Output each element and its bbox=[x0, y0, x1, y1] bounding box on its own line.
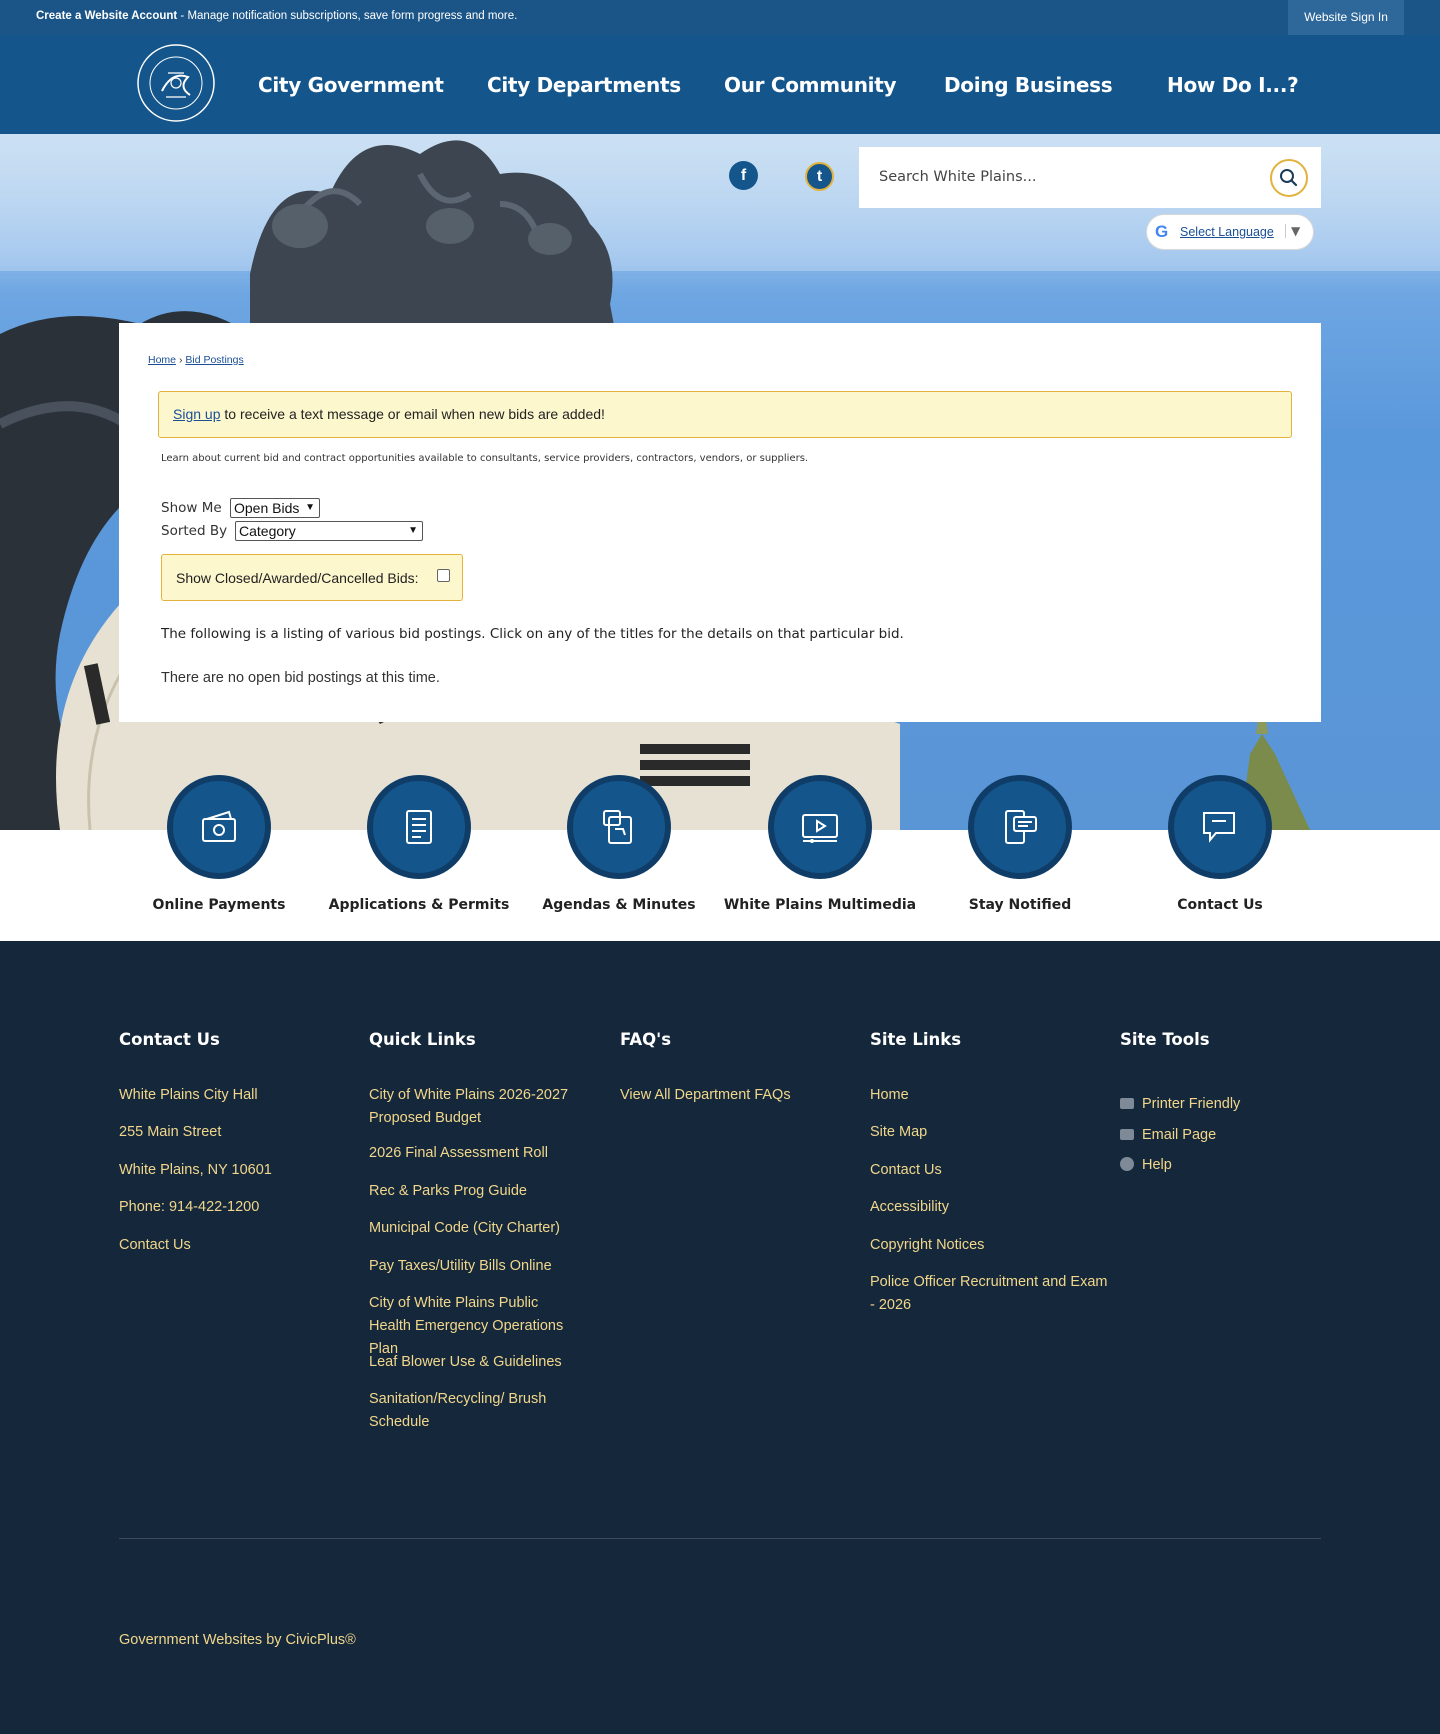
footer-site-tools-heading: Site Tools bbox=[1120, 1030, 1210, 1049]
signup-alert-text: to receive a text message or email when … bbox=[220, 406, 605, 422]
email-page-label: Email Page bbox=[1142, 1127, 1217, 1143]
create-account-banner: Create a Website Account - Manage notifi… bbox=[36, 10, 517, 22]
footer-contact-phone[interactable]: Phone: 914-422-1200 bbox=[119, 1196, 259, 1219]
show-me-select[interactable]: Open Bids ▼ bbox=[230, 498, 320, 518]
search-icon bbox=[1280, 169, 1298, 187]
printer-icon bbox=[1120, 1098, 1134, 1109]
email-icon bbox=[1120, 1129, 1134, 1140]
website-sign-in-button[interactable]: Website Sign In bbox=[1288, 0, 1404, 35]
no-bids-message: There are no open bid postings at this t… bbox=[161, 670, 440, 686]
google-icon: G bbox=[1155, 222, 1169, 241]
breadcrumb: Home › Bid Postings bbox=[148, 354, 244, 366]
footer-quick-link[interactable]: Sanitation/Recycling/ Brush Schedule bbox=[369, 1388, 584, 1434]
footer-faqs-heading: FAQ's bbox=[620, 1030, 672, 1049]
quick-link-label[interactable]: Online Payments bbox=[119, 897, 319, 913]
create-account-link[interactable]: Create a Website Account bbox=[36, 10, 177, 22]
footer-quick-link[interactable]: 2026 Final Assessment Roll bbox=[369, 1142, 584, 1165]
quick-link-label[interactable]: Stay Notified bbox=[920, 897, 1120, 913]
show-me-value: Open Bids bbox=[234, 500, 300, 516]
quick-link-label[interactable]: White Plains Multimedia bbox=[720, 897, 920, 913]
quick-link-label[interactable]: Agendas & Minutes bbox=[519, 897, 719, 913]
quick-link-label[interactable]: Contact Us bbox=[1120, 897, 1320, 913]
footer-quick-link[interactable]: Municipal Code (City Charter) bbox=[369, 1217, 584, 1240]
footer-quick-link[interactable]: Rec & Parks Prog Guide bbox=[369, 1180, 584, 1203]
applications-permits-button[interactable] bbox=[367, 775, 471, 879]
search-input[interactable] bbox=[879, 163, 1249, 191]
footer-contact-line: 255 Main Street bbox=[119, 1124, 222, 1140]
search-button[interactable] bbox=[1270, 159, 1308, 197]
footer-site-link[interactable]: Home bbox=[870, 1084, 909, 1107]
footer-divider bbox=[119, 1538, 1321, 1539]
nav-how-do-i[interactable]: How Do I...? bbox=[1167, 73, 1299, 97]
nav-city-departments[interactable]: City Departments bbox=[487, 73, 681, 97]
main-header: City Government City Departments Our Com… bbox=[0, 35, 1440, 134]
civicplus-credit-link[interactable]: Government Websites by CivicPlus® bbox=[119, 1632, 356, 1648]
footer-quick-links-heading: Quick Links bbox=[369, 1030, 476, 1049]
nav-our-community[interactable]: Our Community bbox=[724, 73, 897, 97]
chevron-down-icon: ▼ bbox=[408, 525, 418, 536]
nav-city-government[interactable]: City Government bbox=[258, 73, 444, 97]
footer-contact-line: White Plains City Hall bbox=[119, 1087, 258, 1103]
show-closed-bids-label: Show Closed/Awarded/Cancelled Bids: bbox=[176, 570, 419, 586]
sign-up-link[interactable]: Sign up bbox=[173, 406, 220, 422]
wallet-icon bbox=[202, 810, 236, 842]
printer-friendly-link[interactable]: Printer Friendly bbox=[1120, 1096, 1240, 1112]
nav-doing-business[interactable]: Doing Business bbox=[944, 73, 1113, 97]
footer-site-links-heading: Site Links bbox=[870, 1030, 962, 1049]
twitter-icon[interactable]: t bbox=[805, 162, 834, 191]
show-closed-bids-checkbox[interactable] bbox=[437, 569, 450, 582]
online-payments-button[interactable] bbox=[167, 775, 271, 879]
email-page-link[interactable]: Email Page bbox=[1120, 1127, 1216, 1143]
language-selector[interactable]: G Select Language ▼ bbox=[1146, 214, 1314, 250]
footer-site-link[interactable]: Police Officer Recruitment and Exam - 20… bbox=[870, 1271, 1110, 1317]
site-search bbox=[859, 147, 1321, 208]
stay-notified-button[interactable] bbox=[968, 775, 1072, 879]
footer-quick-link[interactable]: Pay Taxes/Utility Bills Online bbox=[369, 1255, 584, 1278]
select-language-link[interactable]: Select Language bbox=[1180, 225, 1274, 239]
contact-us-button[interactable] bbox=[1168, 775, 1272, 879]
printer-friendly-label: Printer Friendly bbox=[1142, 1096, 1241, 1112]
help-label: Help bbox=[1142, 1157, 1172, 1173]
footer-quick-link[interactable]: City of White Plains 2026-2027 Proposed … bbox=[369, 1084, 584, 1130]
help-link[interactable]: Help bbox=[1120, 1157, 1172, 1173]
footer-quick-link[interactable]: Leaf Blower Use & Guidelines bbox=[369, 1351, 584, 1374]
show-closed-bids-filter: Show Closed/Awarded/Cancelled Bids: bbox=[161, 554, 463, 601]
breadcrumb-bid-postings[interactable]: Bid Postings bbox=[185, 354, 243, 366]
mobile-message-icon bbox=[1005, 810, 1037, 844]
sorted-by-label: Sorted By bbox=[161, 523, 228, 539]
create-account-tagline: - Manage notification subscriptions, sav… bbox=[177, 10, 518, 22]
breadcrumb-separator: › bbox=[178, 354, 183, 366]
facebook-icon[interactable]: f bbox=[729, 161, 758, 190]
video-icon bbox=[802, 814, 838, 843]
footer-site-link[interactable]: Accessibility bbox=[870, 1196, 949, 1219]
footer-site-link[interactable]: Copyright Notices bbox=[870, 1234, 984, 1257]
sorted-by-select[interactable]: Category ▼ bbox=[235, 521, 423, 541]
listing-description: The following is a listing of various bi… bbox=[161, 626, 904, 642]
footer-contact-us-link[interactable]: Contact Us bbox=[119, 1234, 191, 1257]
footer-contact-heading: Contact Us bbox=[119, 1030, 220, 1049]
footer-faq-link[interactable]: View All Department FAQs bbox=[620, 1084, 791, 1107]
site-footer: Contact Us White Plains City Hall 255 Ma… bbox=[0, 941, 1440, 1734]
white-plains-multimedia-button[interactable] bbox=[768, 775, 872, 879]
signup-alert: Sign up to receive a text message or ema… bbox=[158, 391, 1292, 438]
agendas-minutes-button[interactable] bbox=[567, 775, 671, 879]
show-me-label: Show Me bbox=[161, 500, 222, 516]
clipboard-icon bbox=[603, 810, 632, 844]
footer-site-link[interactable]: Site Map bbox=[870, 1121, 927, 1144]
quick-link-label[interactable]: Applications & Permits bbox=[319, 897, 519, 913]
chevron-down-icon[interactable]: ▼ bbox=[1285, 224, 1300, 238]
footer-site-link[interactable]: Contact Us bbox=[870, 1159, 942, 1182]
breadcrumb-home[interactable]: Home bbox=[148, 354, 176, 366]
main-content-card: Home › Bid Postings Sign up to receive a… bbox=[119, 323, 1321, 722]
chat-bubbles-icon bbox=[1203, 812, 1235, 843]
chevron-down-icon: ▼ bbox=[305, 502, 315, 513]
intro-text: Learn about current bid and contract opp… bbox=[161, 453, 809, 464]
sorted-by-value: Category bbox=[239, 523, 296, 539]
city-seal-logo[interactable] bbox=[128, 43, 224, 123]
help-icon bbox=[1120, 1157, 1134, 1171]
document-icon bbox=[406, 810, 432, 844]
utility-bar: Create a Website Account - Manage notifi… bbox=[0, 0, 1440, 35]
footer-contact-line: White Plains, NY 10601 bbox=[119, 1162, 272, 1178]
